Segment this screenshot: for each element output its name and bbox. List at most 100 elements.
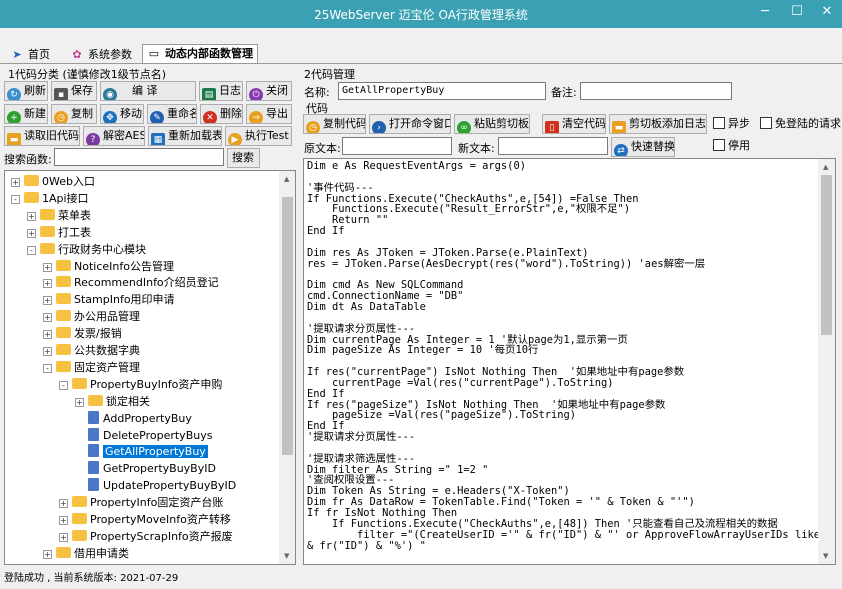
checkbox-box[interactable]: [713, 117, 725, 129]
expand-icon[interactable]: +: [59, 499, 68, 509]
original-text-input[interactable]: [342, 137, 452, 155]
new-button[interactable]: + 新建: [4, 104, 48, 124]
tree-node[interactable]: + 打工表: [27, 224, 91, 241]
tree-node[interactable]: +0Web入口: [11, 173, 95, 190]
reload-table-button[interactable]: ▦ 重新加载表: [148, 126, 222, 146]
expand-icon[interactable]: +: [27, 211, 36, 221]
tree-node[interactable]: + PropertyScrapInfo资产报废: [59, 528, 233, 545]
tree-node[interactable]: - PropertyBuyInfo资产申购: [59, 376, 222, 393]
copy-button[interactable]: ◷ 复制: [51, 104, 97, 124]
expand-icon[interactable]: +: [43, 262, 52, 272]
tree-node[interactable]: + 公共数据字典: [43, 342, 140, 359]
expand-icon[interactable]: +: [75, 397, 84, 407]
expand-icon[interactable]: +: [11, 178, 20, 187]
log-button[interactable]: ▤ 日志: [199, 81, 243, 101]
checkbox-box[interactable]: [760, 117, 772, 129]
folder-icon: [56, 546, 71, 558]
tree-node-label: 办公用品管理: [74, 310, 140, 324]
tab-system-params[interactable]: ✿ 系统参数: [66, 46, 136, 64]
decrypt-aes-button[interactable]: ? 解密AES: [83, 126, 145, 146]
open-cmd-button[interactable]: › 打开命令窗口: [369, 114, 451, 134]
expand-icon[interactable]: +: [27, 228, 36, 238]
trash-icon: ▯: [545, 121, 559, 133]
expand-icon[interactable]: +: [43, 549, 52, 559]
tree-node[interactable]: + NoticeInfo公告管理: [43, 258, 174, 275]
tab-home[interactable]: ➤ 首页: [6, 46, 56, 64]
collapse-icon[interactable]: -: [59, 380, 68, 390]
expand-icon[interactable]: +: [43, 313, 52, 323]
tree-node-label: 行政财务中心模块: [58, 242, 146, 256]
checkbox-box[interactable]: [713, 139, 725, 151]
close-button[interactable]: ⏻ 关闭: [246, 81, 292, 101]
no-login-checkbox[interactable]: 免登陆的请求: [760, 117, 841, 131]
search-input[interactable]: [54, 148, 224, 166]
code-editor[interactable]: Dim e As RequestEventArgs = args(0) '事件代…: [303, 158, 836, 565]
tree-node[interactable]: - 1Api接口: [11, 190, 89, 207]
tree-node[interactable]: + 发票/报销: [43, 325, 122, 342]
name-input[interactable]: GetAllPropertyBuy: [338, 82, 546, 100]
tab-dynamic-functions[interactable]: ▭ 动态内部函数管理: [142, 44, 258, 64]
tree-node[interactable]: UpdatePropertyBuyByID: [75, 477, 236, 494]
clear-code-button[interactable]: ▯ 清空代码: [542, 114, 606, 134]
move-button[interactable]: ✥ 移动: [100, 104, 144, 124]
rename-button[interactable]: ✎ 重命名: [147, 104, 197, 124]
folder-icon: [24, 175, 39, 186]
minimize-icon[interactable]: ─: [750, 0, 780, 24]
delete-button[interactable]: ✕ 删除: [200, 104, 243, 124]
code-scrollbar[interactable]: ▲ ▼: [818, 159, 835, 564]
tree-node[interactable]: - 行政财务中心模块: [27, 241, 146, 258]
tree-node[interactable]: + 锁定相关: [75, 393, 150, 410]
collapse-icon[interactable]: -: [43, 363, 52, 373]
remark-input[interactable]: [580, 82, 732, 100]
tree-node-label: 1Api接口: [42, 191, 89, 205]
collapse-icon[interactable]: -: [11, 194, 20, 204]
expand-icon[interactable]: +: [59, 532, 68, 542]
function-file-icon: [88, 478, 99, 492]
refresh-button[interactable]: ↻ 刷新: [4, 81, 48, 101]
tree-node[interactable]: + 借用申请类: [43, 545, 129, 562]
expand-icon[interactable]: +: [43, 296, 52, 306]
tree-node[interactable]: GetAllPropertyBuy: [75, 443, 208, 460]
tree-node-label: GetPropertyBuyByID: [103, 462, 216, 476]
disable-checkbox[interactable]: 停用: [713, 139, 750, 153]
tree-node[interactable]: AddPropertyBuy: [75, 410, 192, 427]
tree-node[interactable]: GetPropertyBuyByID: [75, 460, 216, 477]
save-button[interactable]: ▪ 保存: [51, 81, 97, 101]
tree-node[interactable]: - 固定资产管理: [43, 359, 140, 376]
expand-icon[interactable]: +: [43, 347, 52, 356]
tree-node[interactable]: + PropertyInfo固定资产台账: [59, 494, 223, 511]
quick-replace-button[interactable]: ⇄ 快速替换: [611, 137, 675, 157]
rename-icon: ✎: [150, 111, 164, 123]
paste-clipboard-button[interactable]: ∞ 粘贴剪切板: [454, 114, 530, 134]
tree-scroll-thumb[interactable]: [282, 197, 293, 455]
tree-node[interactable]: DeletePropertyBuys: [75, 427, 212, 444]
log-icon: ▤: [202, 88, 216, 100]
expand-icon[interactable]: +: [43, 330, 52, 340]
expand-icon[interactable]: +: [59, 516, 68, 525]
async-checkbox[interactable]: 异步: [713, 117, 750, 131]
gear-icon: ✿: [72, 48, 82, 61]
export-button[interactable]: → 导出: [246, 104, 292, 124]
close-window-icon[interactable]: ✕: [812, 0, 842, 24]
tree-node[interactable]: + StampInfo用印申请: [43, 291, 175, 308]
clipboard-add-log-button[interactable]: ▬ 剪切板添加日志: [609, 114, 707, 134]
tree-node[interactable]: + PropertyMoveInfo资产转移: [59, 511, 231, 528]
tree-scrollbar[interactable]: ▲ ▼: [279, 171, 295, 564]
read-old-code-button[interactable]: ▬ 读取旧代码: [4, 126, 80, 146]
maximize-icon[interactable]: ☐: [782, 0, 812, 24]
execute-test-button[interactable]: ▶ 执行Test: [225, 126, 292, 146]
function-tree[interactable]: +0Web入口 - 1Api接口 + 菜单表 + 打工表 - 行政财务中心模块 + NoticeIn…: [4, 170, 296, 565]
new-text-input[interactable]: [498, 137, 608, 155]
tree-node[interactable]: + RecommendInfo介绍员登记: [43, 274, 219, 291]
compile-button[interactable]: ◉ 编 译: [100, 81, 196, 101]
expand-icon[interactable]: +: [43, 279, 52, 289]
folder-icon: ▬: [7, 133, 21, 145]
code-text[interactable]: Dim e As RequestEventArgs = args(0) '事件代…: [304, 159, 835, 551]
collapse-icon[interactable]: -: [27, 245, 36, 255]
tree-node[interactable]: + 办公用品管理: [43, 308, 140, 325]
code-scroll-thumb[interactable]: [821, 175, 832, 335]
key-icon: ?: [86, 133, 100, 145]
search-button[interactable]: 搜索: [227, 148, 260, 168]
copy-code-button[interactable]: ◷ 复制代码: [303, 114, 366, 134]
tree-node[interactable]: + 菜单表: [27, 207, 91, 224]
